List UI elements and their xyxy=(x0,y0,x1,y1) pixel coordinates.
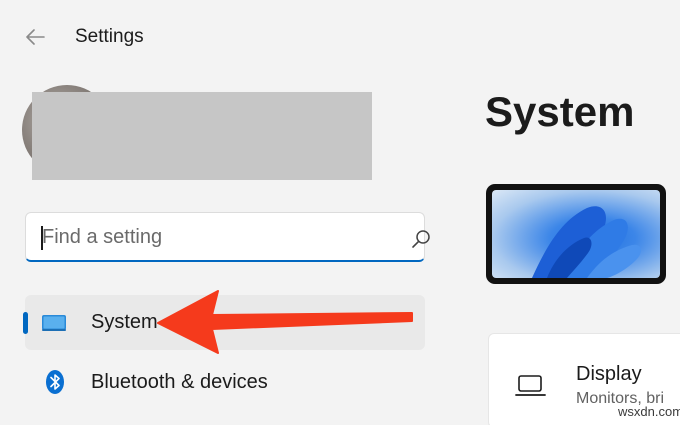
window-title: Settings xyxy=(75,26,144,47)
display-monitor-icon xyxy=(42,315,66,331)
redacted-account-info xyxy=(32,92,372,180)
search-input[interactable] xyxy=(42,223,382,251)
device-preview xyxy=(486,184,666,284)
sidebar-item-label: Bluetooth & devices xyxy=(91,371,268,393)
back-arrow-icon xyxy=(26,29,45,45)
search-icon[interactable] xyxy=(410,228,432,250)
title-bar: Settings xyxy=(0,0,680,72)
sidebar-item-system[interactable]: System xyxy=(23,295,425,350)
card-title: Display xyxy=(576,363,642,385)
back-button[interactable] xyxy=(18,22,52,52)
page-title: System xyxy=(485,88,635,135)
search-box[interactable] xyxy=(25,212,430,262)
display-icon xyxy=(515,375,546,396)
user-profile[interactable] xyxy=(22,85,382,185)
sidebar-item-bluetooth-devices[interactable]: Bluetooth & devices xyxy=(25,355,425,410)
selection-indicator xyxy=(23,312,28,334)
wallpaper-image xyxy=(492,190,660,278)
bloom-wallpaper-graphic xyxy=(532,206,641,278)
sidebar-item-label: System xyxy=(91,311,158,333)
bluetooth-icon xyxy=(46,370,64,394)
watermark: wsxdn.com xyxy=(618,404,680,419)
